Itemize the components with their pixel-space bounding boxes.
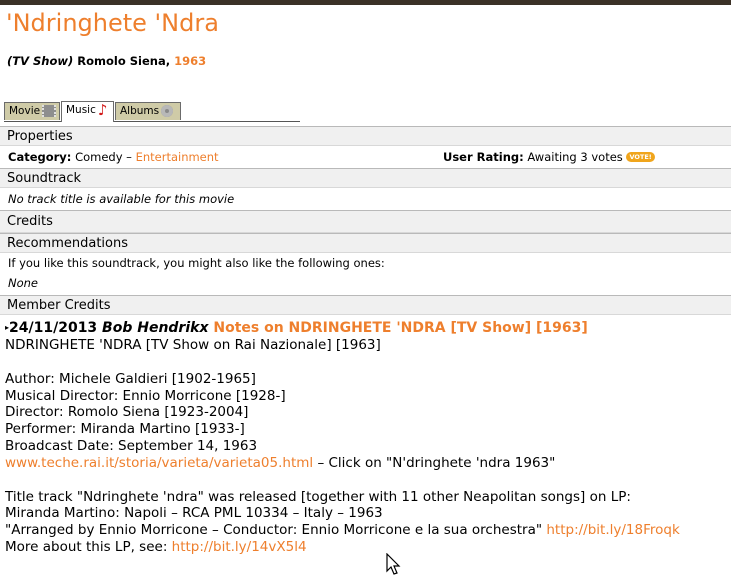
category-link[interactable]: Entertainment — [136, 150, 219, 164]
credits-header: Credits — [0, 210, 731, 233]
user-rating: User Rating: Awaiting 3 votes VOTE! — [443, 146, 655, 168]
tab-albums-label: Albums — [120, 105, 160, 117]
credit-line: Title track "Ndringhete 'ndra" was relea… — [5, 488, 631, 505]
credit-line: NDRINGHETE 'NDRA [TV Show on Rai Naziona… — [5, 337, 381, 353]
member-credit-body: NDRINGHETE 'NDRA [TV Show on Rai Naziona… — [0, 337, 731, 556]
director-name: Romolo Siena, — [77, 54, 171, 68]
bitly-link-2[interactable]: http://bit.ly/14vX5l4 — [172, 539, 307, 555]
tab-movie-label: Movie — [9, 105, 41, 117]
credit-line: Miranda Martino: Napoli – RCA PML 10334 … — [5, 505, 383, 522]
tab-music-label: Music — [66, 104, 96, 116]
credit-line-text: "Arranged by Ennio Morricone – Conductor… — [5, 522, 547, 539]
rating-label: User Rating: — [443, 150, 524, 164]
credit-date: 24/11/2013 — [9, 320, 98, 336]
credit-line: "Arranged by Ennio Morricone – Conductor… — [5, 522, 731, 539]
disc-icon — [161, 105, 174, 117]
member-credits-header: Member Credits — [0, 295, 731, 315]
main-content: Properties Category: Comedy – Entertainm… — [0, 126, 731, 556]
mouse-cursor-icon — [386, 553, 401, 575]
credit-line: More about this LP, see: http://bit.ly/1… — [5, 539, 731, 556]
category-label: Category: — [8, 150, 72, 164]
teche-rai-link[interactable]: www.teche.rai.it/storia/varieta/varieta0… — [5, 455, 313, 471]
credit-line: Musical Director: Ennio Morricone [1928-… — [5, 387, 286, 404]
credit-line: www.teche.rai.it/storia/varieta/varieta0… — [5, 455, 731, 472]
category-value: Comedy — [75, 150, 123, 164]
credit-line-text: – Click on "N'dringhete 'ndra 1963" — [313, 454, 556, 471]
category-separator: – — [126, 150, 132, 164]
recommendations-intro: If you like this soundtrack, you might a… — [8, 256, 385, 270]
credit-line: Performer: Miranda Martino [1933-] — [5, 421, 245, 438]
tab-bar: Movie Music ♪ Albums — [4, 101, 300, 122]
tab-music[interactable]: Music ♪ — [61, 101, 114, 122]
credit-line: Author: Michele Galdieri [1902-1965] — [5, 370, 256, 387]
credit-notes-link[interactable]: Notes on NDRINGHETE 'NDRA [TV Show] [196… — [213, 320, 587, 336]
rating-value: Awaiting 3 votes — [527, 150, 623, 164]
tab-albums[interactable]: Albums — [115, 102, 181, 120]
page-subtitle: (TV Show) Romolo Siena, 1963 — [7, 54, 206, 68]
credit-author[interactable]: Bob Hendrikx — [102, 320, 208, 336]
music-note-icon: ♪ — [97, 101, 108, 119]
properties-row: Category: Comedy – Entertainment User Ra… — [0, 146, 731, 168]
credit-line-text: More about this LP, see: — [5, 538, 172, 555]
soundtrack-empty: No track title is available for this mov… — [8, 192, 235, 206]
page-title: 'Ndringhete 'Ndra — [6, 9, 219, 37]
soundtrack-header: Soundtrack — [0, 168, 731, 188]
recommendations-none: None — [8, 276, 39, 290]
vote-button[interactable]: VOTE! — [626, 152, 655, 162]
properties-header: Properties — [0, 126, 731, 146]
credit-line: Director: Romolo Siena [1923-2004] — [5, 404, 249, 421]
bitly-link-1[interactable]: http://bit.ly/18Froqk — [546, 522, 679, 538]
credit-line: Broadcast Date: September 14, 1963 — [5, 437, 258, 454]
member-credit-title: ▸24/11/2013 Bob Hendrikx Notes on NDRING… — [0, 319, 731, 337]
tab-movie[interactable]: Movie — [4, 102, 60, 120]
top-bar — [0, 0, 731, 5]
recommendations-header: Recommendations — [0, 233, 731, 253]
media-type: (TV Show) — [7, 54, 74, 68]
year-link[interactable]: 1963 — [174, 54, 206, 68]
film-icon — [42, 105, 57, 117]
